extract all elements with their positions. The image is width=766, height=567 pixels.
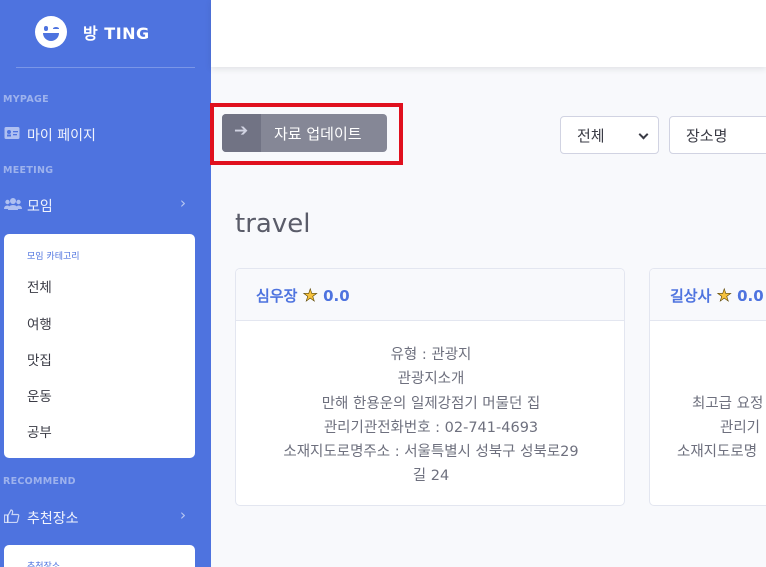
sidebar-divider [16, 67, 195, 68]
place-name: 심우장 [256, 287, 298, 305]
sidebar: 방 TING MYPAGE 마이 페이지 MEETING 모임 › 모임 카테고… [0, 0, 211, 567]
sidebar-item-label: 모임 [27, 199, 53, 215]
card-title: 길상사 ★ 0.0 [670, 285, 764, 307]
sidebar-item-label: 추천장소 [27, 511, 79, 527]
category-item-travel[interactable]: 여행 [27, 313, 52, 333]
brand-link[interactable]: 방 TING [0, 0, 211, 67]
card-title: 심우장 ★ 0.0 [256, 285, 350, 307]
card-line: 길 24 [412, 468, 450, 485]
collapse-header: 모임 카테고리 [27, 252, 80, 262]
card-line: 소재지도로명주소 : 서울특별시 성북구 성북로29 [283, 444, 579, 461]
card-line [691, 343, 766, 367]
card-line: 최고급 요정 [692, 395, 764, 412]
category-filter-select[interactable]: 전체 [560, 116, 659, 154]
search-placeholder: 장소명 [686, 127, 728, 145]
highlight-box [210, 103, 403, 165]
sidebar-item-label: 마이 페이지 [27, 128, 96, 144]
chevron-right-icon: › [180, 194, 186, 212]
card-body: 최고급 요정 관리기 소재지도로명 [650, 343, 766, 464]
chevron-right-icon: › [180, 506, 186, 524]
category-item-food[interactable]: 맛집 [27, 349, 52, 369]
topbar [211, 0, 766, 67]
collapse-header: 추천장소 [27, 562, 61, 567]
card-line: 관광지소개 [397, 371, 465, 388]
card-line: 관리기 [720, 419, 761, 436]
card-line: 관리기관전화번호 : 02-741-4693 [323, 419, 539, 436]
chevron-down-icon [638, 129, 649, 140]
star-icon: ★ [302, 286, 318, 307]
place-rating: 0.0 [737, 287, 764, 305]
heading-recommend: RECOMMEND [3, 476, 76, 487]
laugh-wink-icon [35, 16, 67, 48]
card-line: 만해 한용운의 일제강점기 머물던 집 [321, 395, 541, 412]
place-card[interactable]: 길상사 ★ 0.0 최고급 요정 관리기 소재지도로명 [649, 268, 766, 506]
category-item-all[interactable]: 전체 [27, 276, 52, 296]
category-item-study[interactable]: 공부 [27, 421, 52, 441]
card-header: 심우장 ★ 0.0 [236, 269, 624, 321]
card-line: 유형 : 관광지 [390, 347, 472, 363]
place-search-input[interactable]: 장소명 [669, 116, 766, 154]
users-icon [4, 198, 22, 210]
card-header: 길상사 ★ 0.0 [650, 269, 766, 321]
sidebar-item-mypage[interactable]: 마이 페이지 [0, 120, 211, 148]
place-rating: 0.0 [323, 287, 350, 305]
heading-meeting: MEETING [3, 165, 54, 176]
place-card[interactable]: 심우장 ★ 0.0 유형 : 관광지 관광지소개 만해 한용운의 일제강점기 머… [235, 268, 625, 506]
card-line [691, 367, 766, 391]
thumbs-up-icon [4, 509, 20, 523]
recommend-menu: 추천장소 [4, 545, 195, 567]
star-icon: ★ [716, 286, 732, 307]
meeting-category-menu: 모임 카테고리 전체 여행 맛집 운동 공부 [4, 234, 195, 458]
sidebar-item-recommend[interactable]: 추천장소 › [0, 503, 211, 531]
brand-name: 방 TING [83, 24, 150, 43]
category-item-exercise[interactable]: 운동 [27, 385, 52, 405]
id-card-icon [4, 127, 20, 139]
heading-mypage: MYPAGE [3, 94, 49, 105]
place-name: 길상사 [670, 287, 712, 305]
select-value: 전체 [577, 127, 605, 145]
sidebar-item-meeting[interactable]: 모임 › [0, 191, 211, 219]
card-line: 소재지도로명 [677, 444, 758, 461]
card-body: 유형 : 관광지 관광지소개 만해 한용운의 일제강점기 머물던 집 관리기관전… [236, 343, 624, 489]
section-title: travel [235, 209, 311, 239]
